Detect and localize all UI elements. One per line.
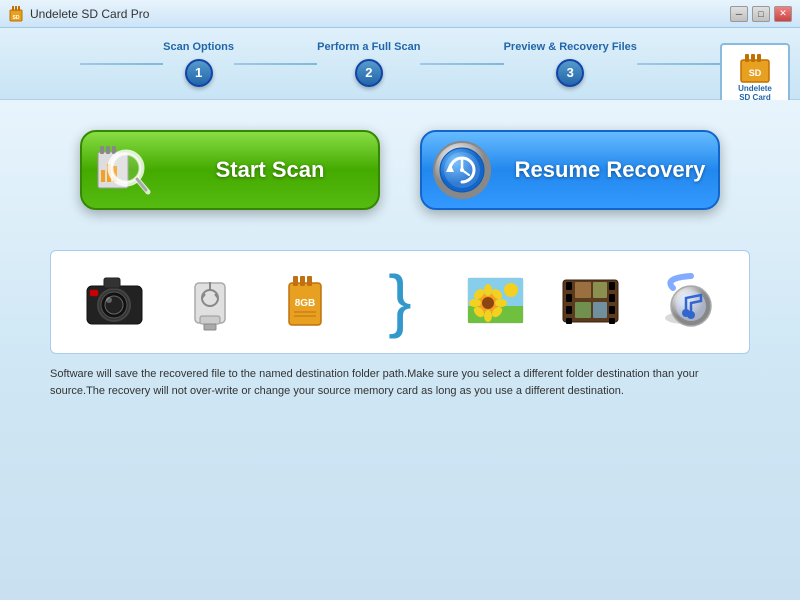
step-3-label: Preview & Recovery Files	[504, 41, 637, 53]
recovery-icon-area	[422, 130, 502, 210]
svg-text:SD: SD	[749, 68, 762, 78]
buttons-row: Start Scan	[50, 130, 750, 210]
step-3: Preview & Recovery Files 3	[504, 41, 637, 87]
step-line-mid-right	[420, 63, 503, 65]
step-3-circle: 3	[556, 59, 584, 87]
film-strip-icon	[555, 265, 625, 335]
start-scan-button[interactable]: Start Scan	[80, 130, 380, 210]
steps-container: Scan Options 1 Perform a Full Scan 2 Pre…	[80, 41, 720, 87]
resume-recovery-button[interactable]: Resume Recovery	[420, 130, 720, 210]
close-button[interactable]: ✕	[774, 6, 792, 22]
step-line-left	[80, 63, 163, 65]
arrow-brace-icon: }	[365, 265, 435, 335]
step-line-right	[637, 63, 720, 65]
app-title: Undelete SD Card Pro	[30, 7, 149, 21]
device-icons-row: 8GB }	[67, 265, 733, 335]
step-2: Perform a Full Scan 2	[317, 41, 420, 87]
usb-drive-icon	[175, 265, 245, 335]
step-1-label: Scan Options	[163, 41, 234, 53]
sd-card-icon: 8GB	[270, 265, 340, 335]
steps-bar: Scan Options 1 Perform a Full Scan 2 Pre…	[0, 28, 800, 100]
step-1: Scan Options 1	[163, 41, 234, 87]
photo-icon	[460, 265, 530, 335]
svg-text:8GB: 8GB	[295, 298, 316, 309]
magnify-chart-icon	[90, 138, 154, 202]
titlebar-controls: ─ □ ✕	[730, 6, 792, 22]
maximize-button[interactable]: □	[752, 6, 770, 22]
svg-text:SD: SD	[13, 15, 20, 21]
audio-icon	[650, 265, 720, 335]
scan-icon-area	[82, 130, 162, 210]
logo-icon: SD	[737, 54, 773, 84]
resume-recovery-label: Resume Recovery	[502, 157, 718, 183]
camera-icon	[80, 265, 150, 335]
logo-line1: Undelete	[738, 84, 772, 93]
main-content: Start Scan	[0, 100, 800, 600]
recovery-clock-icon	[432, 140, 492, 200]
step-2-label: Perform a Full Scan	[317, 41, 420, 53]
titlebar: SD Undelete SD Card Pro ─ □ ✕	[0, 0, 800, 28]
step-2-circle: 2	[355, 59, 383, 87]
app-icon: SD	[8, 6, 24, 22]
step-1-circle: 1	[185, 59, 213, 87]
minimize-button[interactable]: ─	[730, 6, 748, 22]
description-text: Software will save the recovered file to…	[50, 366, 750, 399]
step-line-mid-left	[234, 63, 317, 65]
titlebar-left: SD Undelete SD Card Pro	[8, 6, 149, 22]
start-scan-label: Start Scan	[162, 157, 378, 183]
info-box: 8GB }	[50, 250, 750, 354]
